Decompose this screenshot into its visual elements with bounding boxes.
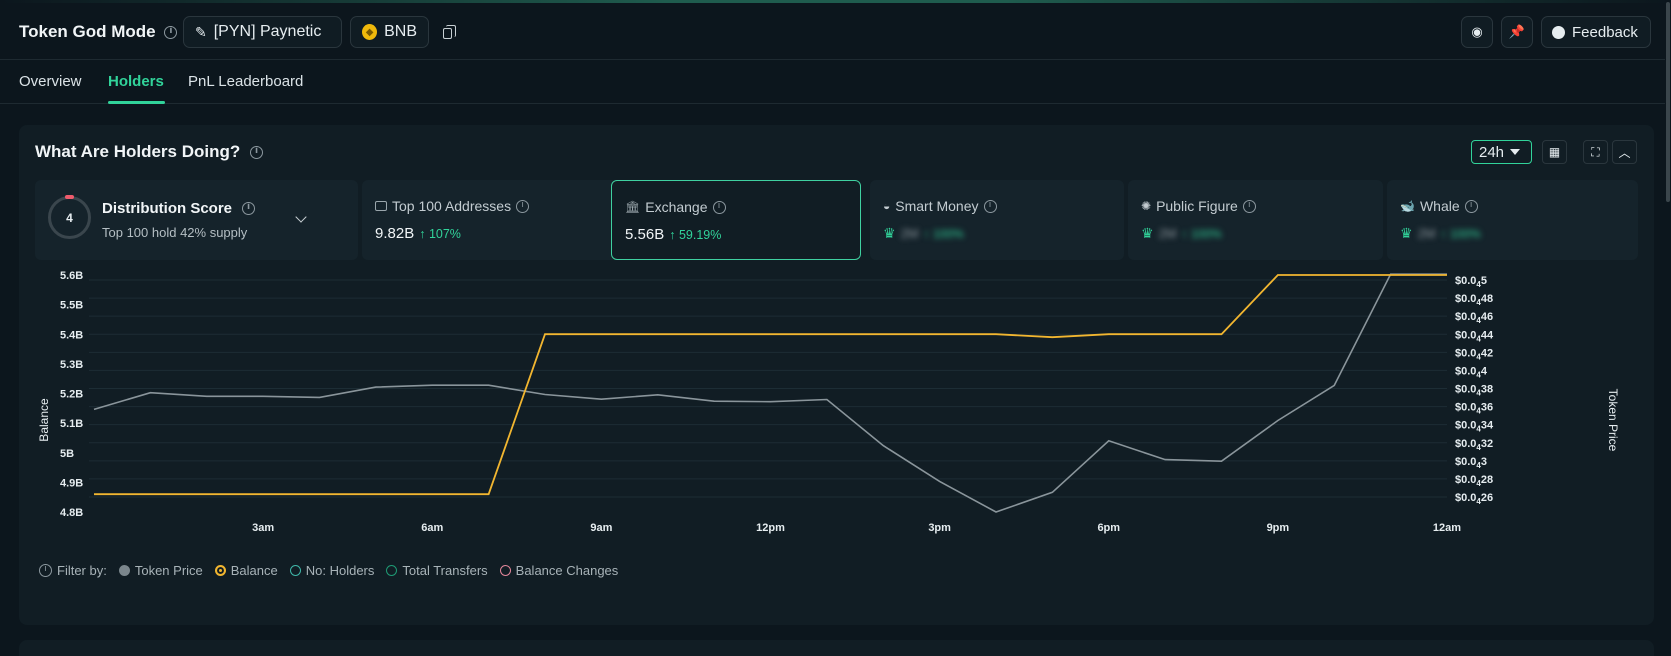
right-axis-title: Token Price xyxy=(1606,389,1620,452)
right-tick-label: $0.044 xyxy=(1455,365,1488,379)
filter-item-label: Token Price xyxy=(134,563,203,578)
filter-item-label: Total Transfers xyxy=(402,563,488,578)
scrollbar[interactable] xyxy=(1665,0,1671,656)
tab-bar: Overview Holders PnL Leaderboard xyxy=(0,61,1671,104)
filter-balance-changes[interactable]: Balance Changes xyxy=(499,563,619,578)
right-tick-label: $0.0436 xyxy=(1455,402,1493,416)
filter-dot xyxy=(289,565,301,576)
filter-total-transfers[interactable]: Total Transfers xyxy=(386,563,488,578)
pencil-icon: ✎ xyxy=(195,23,207,40)
filter-dot xyxy=(118,565,130,576)
chat-bubble-icon xyxy=(1552,25,1565,39)
tab-overview[interactable]: Overview xyxy=(19,73,82,90)
holders-panel: What Are Holders Doing? 24h ▦ ⛶ ︿ 4 Dist… xyxy=(19,125,1654,625)
tab-holders[interactable]: Holders xyxy=(108,73,164,90)
bnb-icon: ◆ xyxy=(362,24,378,40)
left-axis-ticks: 5.6B 5.5B 5.4B 5.3B 5.2B 5.1B 5B 4.9B 4.8B xyxy=(60,270,83,519)
x-tick-label: 9am xyxy=(590,522,612,534)
pin-button[interactable]: 📌 xyxy=(1501,16,1533,48)
left-tick-label: 5.2B xyxy=(60,389,83,401)
left-tick-label: 5B xyxy=(60,448,74,460)
filter-dot xyxy=(499,565,511,576)
page-title-text: Token God Mode xyxy=(19,22,156,41)
eye-icon: ◉ xyxy=(1471,24,1483,39)
info-icon[interactable] xyxy=(39,564,52,577)
left-tick-label: 5.6B xyxy=(60,270,83,282)
x-tick-label: 6pm xyxy=(1097,522,1120,534)
right-tick-label: $0.0446 xyxy=(1455,311,1493,325)
token-select-button[interactable]: ✎ [PYN] Paynetic xyxy=(183,16,342,48)
left-axis-title: Balance xyxy=(37,398,51,442)
x-axis-ticks: 3am 6am 9am 12pm 3pm 6pm 9pm 12am xyxy=(252,522,1461,534)
left-tick-label: 4.8B xyxy=(60,507,83,519)
filter-token-price[interactable]: Token Price xyxy=(118,563,203,578)
left-tick-label: 5.3B xyxy=(60,359,83,371)
x-tick-label: 12pm xyxy=(756,522,785,534)
active-tab-indicator xyxy=(108,101,165,104)
x-tick-label: 6am xyxy=(421,522,443,534)
copy-icon[interactable] xyxy=(443,25,456,39)
x-tick-label: 3am xyxy=(252,522,274,534)
x-tick-label: 12am xyxy=(1433,522,1461,534)
watch-button[interactable]: ◉ xyxy=(1461,16,1493,48)
filter-dot xyxy=(386,565,398,576)
info-icon[interactable] xyxy=(164,26,178,40)
right-tick-label: $0.0434 xyxy=(1455,420,1494,434)
token-label: [PYN] Paynetic xyxy=(213,23,322,40)
x-tick-label: 9pm xyxy=(1267,522,1290,534)
left-tick-label: 5.5B xyxy=(60,300,83,312)
filter-item-label: Balance Changes xyxy=(515,563,619,578)
scrollbar-thumb[interactable] xyxy=(1666,2,1670,202)
right-tick-label: $0.045 xyxy=(1455,275,1487,289)
left-tick-label: 5.1B xyxy=(60,418,83,430)
right-tick-label: $0.0444 xyxy=(1455,329,1494,343)
chart-lines xyxy=(93,273,1447,513)
left-tick-label: 4.9B xyxy=(60,477,83,489)
feedback-label: Feedback xyxy=(1572,23,1638,41)
right-tick-label: $0.0428 xyxy=(1455,474,1493,488)
holders-chart[interactable]: 5.6B 5.5B 5.4B 5.3B 5.2B 5.1B 5B 4.9B 4.8B $0.04… xyxy=(19,125,1654,545)
filter-dot xyxy=(214,565,226,576)
feedback-button[interactable]: Feedback xyxy=(1541,16,1651,48)
chain-label: BNB xyxy=(384,23,417,40)
x-tick-label: 3pm xyxy=(928,522,951,534)
right-tick-label: $0.043 xyxy=(1455,456,1487,470)
tab-pnl-leaderboard[interactable]: PnL Leaderboard xyxy=(188,73,303,90)
right-tick-label: $0.0426 xyxy=(1455,492,1493,506)
left-tick-label: 5.4B xyxy=(60,329,83,341)
filter-bar: Filter by: Token Price Balance No: Holde… xyxy=(39,563,630,578)
right-axis-ticks: $0.045 $0.0448 $0.0446 $0.0444 $0.0442 $0.044… xyxy=(1455,275,1494,506)
chain-button[interactable]: ◆ BNB xyxy=(350,16,429,48)
filter-no-holders[interactable]: No: Holders xyxy=(289,563,375,578)
page-title: Token God Mode xyxy=(19,22,178,42)
right-tick-label: $0.0432 xyxy=(1455,438,1493,452)
filter-item-label: No: Holders xyxy=(305,563,375,578)
right-tick-label: $0.0438 xyxy=(1455,384,1493,398)
right-tick-label: $0.0442 xyxy=(1455,347,1493,361)
right-tick-label: $0.0448 xyxy=(1455,293,1493,307)
next-panel-edge xyxy=(19,640,1654,656)
filter-balance[interactable]: Balance xyxy=(214,563,278,578)
filter-item-label: Balance xyxy=(230,563,278,578)
page-header: Token God Mode ✎ [PYN] Paynetic ◆ BNB ◉ … xyxy=(0,3,1671,60)
filter-label: Filter by: xyxy=(57,563,107,578)
pin-icon: 📌 xyxy=(1508,24,1526,39)
